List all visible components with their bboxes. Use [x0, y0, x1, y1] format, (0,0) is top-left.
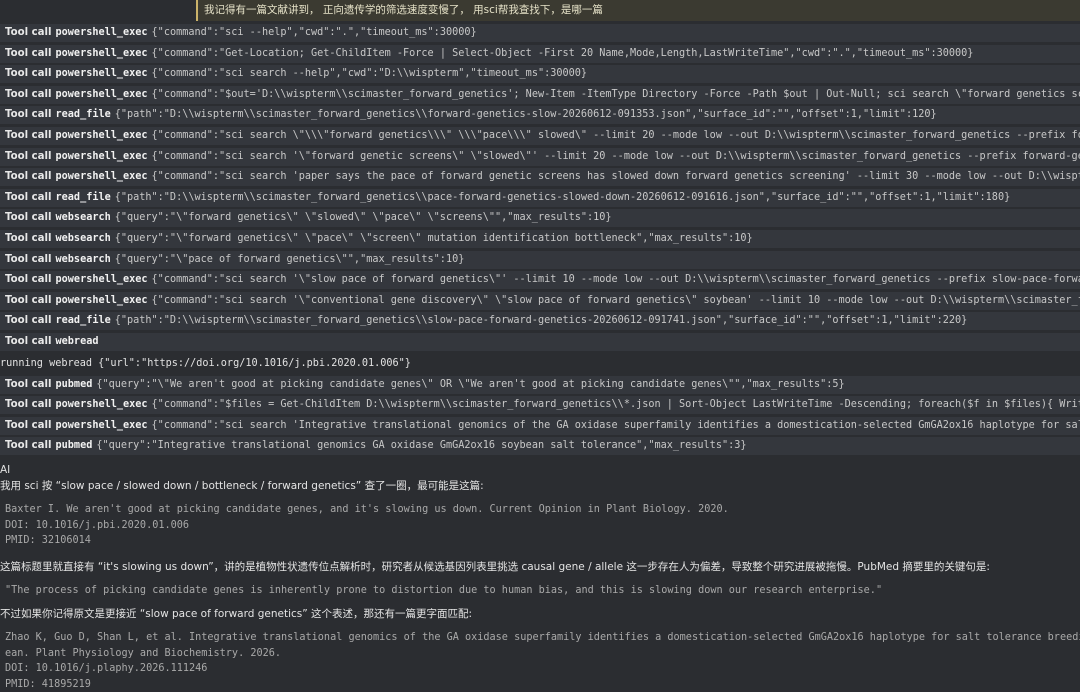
tool-args: {"query":"\"forward genetics\" \"pace\" … [114, 232, 753, 244]
tool-args: {"command":"$out='D:\\wispterm\\scimaste… [151, 88, 1080, 100]
tool-call-row[interactable]: Tool call powershell_exec {"command":"sci … [0, 147, 1080, 166]
tool-call-label: Tool call [5, 88, 52, 100]
tool-name: powershell_exec [55, 294, 148, 306]
tool-call-row[interactable]: Tool call powershell_exec {"command":"sci … [0, 24, 1080, 42]
tool-call-row[interactable]: Tool call powershell_exec {"command":"sci … [0, 65, 1080, 84]
tool-name: powershell_exec [55, 68, 148, 80]
tool-call-row[interactable]: Tool call powershell_exec {"command":"Get-… [0, 44, 1080, 63]
reference-2-line-3: DOI: 10.1016/j.plaphy.2026.111246 [5, 663, 208, 674]
tool-call-label: Tool call [5, 253, 52, 265]
tool-call-label: Tool call [5, 440, 52, 452]
reference-2-line-4: PMID: 41895219 [5, 678, 91, 690]
tool-call-label: Tool call [5, 274, 52, 286]
tool-call-label: Tool call [5, 419, 52, 431]
tool-args: {"path":"D:\\wispterm\\scimaster_forward… [114, 109, 937, 121]
tool-call-row[interactable]: Tool call powershell_exec {"command":"sci … [0, 126, 1080, 145]
tool-args: {"command":"sci search 'paper says the p… [151, 171, 1080, 183]
tool-call-row[interactable]: Tool call read_file {"path":"D:\\wispterm\… [0, 312, 1080, 331]
tool-name: powershell_exec [55, 47, 148, 59]
tool-call-label: Tool call [5, 109, 52, 121]
tool-call-label: Tool call [5, 129, 52, 141]
tool-name: powershell_exec [55, 129, 148, 141]
tool-calls-group-1: Tool call powershell_exec {"command":"sci … [0, 24, 1080, 351]
tool-name: websearch [55, 212, 111, 224]
tool-call-label: Tool call [5, 27, 52, 38]
tool-args: {"query":"\"pace of forward genetics\"",… [114, 253, 465, 265]
running-status: running webread {"url":"https://doi.org/… [0, 357, 411, 369]
tool-call-label: Tool call [5, 191, 52, 203]
tool-call-label: Tool call [5, 378, 52, 390]
tool-call-row[interactable]: Tool call powershell_exec {"command":"sci … [0, 168, 1080, 187]
tool-args: {"command":"sci search '\"slow pace of f… [151, 274, 1080, 286]
tool-call-row[interactable]: Tool call powershell_exec {"command":"sci … [0, 271, 1080, 290]
tool-call-row[interactable]: Tool call pubmed {"query":"Integrative tra… [0, 437, 1080, 456]
tool-args: {"path":"D:\\wispterm\\scimaster_forward… [114, 191, 1011, 203]
ai-paragraph-3: 不过如果你记得原文是更接近 “slow pace of forward gene… [0, 608, 473, 620]
tool-call-label: Tool call [5, 212, 52, 224]
reference-2-line-2: ean. Plant Physiology and Biochemistry. … [5, 647, 282, 659]
tool-call-row[interactable]: Tool call pubmed {"query":"\"We aren't goo… [0, 375, 1080, 394]
tool-name: powershell_exec [55, 274, 148, 286]
tool-call-log: Tool call powershell_exec {"command":"sci … [0, 24, 1080, 458]
tool-args: {"command":"sci search --help","cwd":"D:… [151, 68, 588, 80]
tool-name: pubmed [55, 378, 93, 390]
reference-1-line-3: PMID: 32106014 [5, 535, 91, 546]
tool-name: read_file [55, 315, 111, 327]
tool-call-label: Tool call [5, 399, 52, 411]
tool-name: powershell_exec [55, 419, 148, 431]
tool-name: read_file [55, 109, 111, 121]
tool-call-row[interactable]: Tool call webread [0, 332, 1080, 351]
tool-call-row[interactable]: Tool call powershell_exec {"command":"sci … [0, 416, 1080, 435]
tool-call-label: Tool call [5, 294, 52, 306]
tool-name: powershell_exec [55, 88, 148, 100]
tool-name: websearch [55, 253, 111, 265]
tool-call-row[interactable]: Tool call powershell_exec {"command":"$out… [0, 85, 1080, 104]
tool-call-row[interactable]: Tool call read_file {"path":"D:\\wispterm\… [0, 188, 1080, 207]
reference-1-line-2: DOI: 10.1016/j.pbi.2020.01.006 [5, 519, 190, 531]
tool-call-label: Tool call [5, 232, 52, 244]
user-prompt: 我记得有一篇文献讲到， 正向遗传学的筛选速度变慢了， 用sci帮我查找下，是哪一… [196, 0, 1080, 21]
tool-name: powershell_exec [55, 399, 148, 411]
tool-name: powershell_exec [55, 171, 148, 183]
tool-name: read_file [55, 191, 111, 203]
ai-label: AI [0, 464, 11, 476]
tool-call-label: Tool call [5, 315, 52, 327]
tool-args: {"query":"\"forward genetics\" \"slowed\… [114, 212, 612, 224]
tool-call-row[interactable]: Tool call powershell_exec {"command":"$fil… [0, 396, 1080, 415]
tool-call-row[interactable]: Tool call websearch {"query":"\"forward ge… [0, 229, 1080, 248]
tool-call-row[interactable]: Tool call powershell_exec {"command":"sci … [0, 291, 1080, 310]
tool-args: {"path":"D:\\wispterm\\scimaster_forward… [114, 315, 968, 327]
ai-response: AI 我用 sci 按 “slow pace / slowed down / b… [0, 462, 1080, 692]
reference-2-line-1: Zhao K, Guo D, Shan L, et al. Integrativ… [5, 632, 1080, 643]
tool-args: {"query":"Integrative translational geno… [96, 440, 747, 452]
tool-args: {"command":"sci search '\"conventional g… [151, 294, 1080, 306]
tool-call-row[interactable]: Tool call websearch {"query":"\"forward ge… [0, 209, 1080, 228]
tool-name: powershell_exec [55, 150, 148, 162]
tool-calls-group-2: Tool call pubmed {"query":"\"We aren't goo… [0, 375, 1080, 456]
tool-call-label: Tool call [5, 150, 52, 162]
tool-call-row[interactable]: Tool call websearch {"query":"\"pace of fo… [0, 250, 1080, 269]
tool-args: {"command":"$files = Get-ChildItem D:\\w… [151, 399, 1080, 411]
tool-args: {"command":"sci search '\"forward geneti… [151, 150, 1080, 162]
ai-paragraph-2: 这篇标题里就直接有 “it's slowing us down”，讲的是植物性状… [0, 560, 990, 573]
reference-1-line-1: Baxter I. We aren't good at picking cand… [5, 504, 729, 515]
tool-call-label: Tool call [5, 171, 52, 183]
tool-call-label: Tool call [5, 47, 52, 59]
tool-name: websearch [55, 232, 111, 244]
tool-name: pubmed [55, 440, 93, 452]
abstract-quote: "The process of picking candidate genes … [5, 584, 883, 596]
tool-args: {"query":"\"We aren't good at picking ca… [96, 378, 845, 390]
tool-call-row[interactable]: Tool call read_file {"path":"D:\\wispterm\… [0, 106, 1080, 125]
tool-call-label: Tool call [5, 68, 52, 80]
tool-call-label: Tool call [5, 335, 52, 347]
tool-args: {"command":"sci --help","cwd":".","timeo… [151, 27, 477, 38]
tool-name: powershell_exec [55, 27, 148, 38]
tool-name: webread [55, 335, 99, 347]
ai-paragraph-1: 我用 sci 按 “slow pace / slowed down / bott… [0, 480, 484, 492]
tool-args: {"command":"Get-Location; Get-ChildItem … [151, 47, 974, 59]
tool-args: {"command":"sci search \"\\\"forward gen… [151, 129, 1080, 141]
tool-args: {"command":"sci search 'Integrative tran… [151, 419, 1080, 431]
